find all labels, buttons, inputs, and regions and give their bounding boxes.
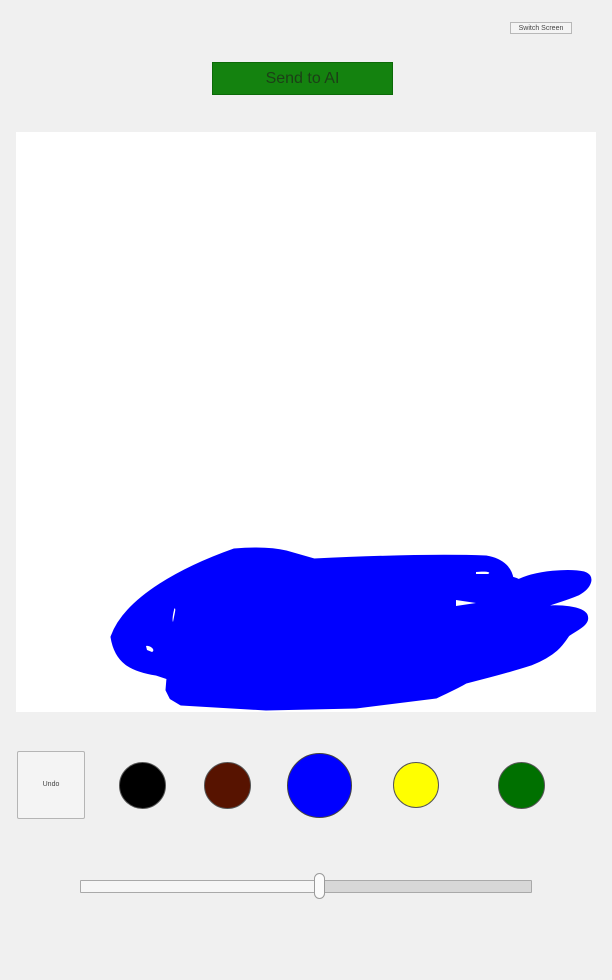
brush-size-slider-thumb[interactable]: [314, 873, 326, 899]
drawing-canvas[interactable]: [16, 132, 596, 712]
blue-scribble-upper-right: [455, 574, 523, 604]
brush-size-slider-fill: [81, 881, 321, 892]
switch-screen-button[interactable]: Switch Screen: [510, 22, 572, 34]
drawing-strokes: [110, 547, 592, 711]
color-swatch-green[interactable]: [498, 762, 545, 809]
blue-scribble-right-arm: [515, 573, 587, 605]
blue-scribble-main: [110, 547, 592, 711]
color-swatch-black[interactable]: [119, 762, 166, 809]
undo-button[interactable]: Undo: [17, 751, 85, 819]
canvas-gap-right: [476, 571, 490, 574]
color-swatch-brown[interactable]: [204, 762, 251, 809]
send-to-ai-button[interactable]: Send to AI: [212, 62, 393, 95]
color-swatch-yellow[interactable]: [393, 762, 439, 808]
color-swatch-blue[interactable]: [287, 753, 352, 818]
brush-size-slider[interactable]: [80, 880, 532, 893]
